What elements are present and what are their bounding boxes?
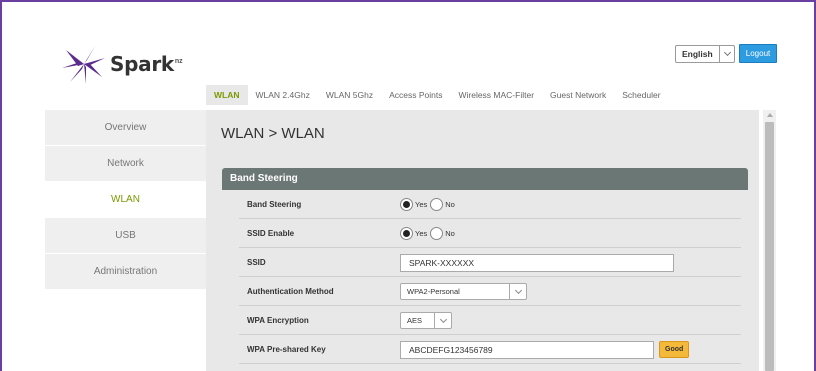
band-steering-no-label: No [445,200,455,209]
ssid-enable-label: SSID Enable [247,229,295,238]
page-title: WLAN > WLAN [221,125,325,142]
row-ssid: SSID SPARK-XXXXXX [239,248,741,277]
wpa-pre-shared-key-input[interactable]: ABCDEFG123456789 [400,340,654,359]
radio-unselected-icon [430,198,444,211]
authentication-method-value: WPA2-Personal [407,287,460,296]
brand-superscript: nz [174,57,183,65]
sidebar: Overview Network WLAN USB Administration [45,110,206,290]
wpa-encryption-value: AES [407,316,423,325]
tab-scheduler[interactable]: Scheduler [614,85,668,105]
sidebar-item-wlan[interactable]: WLAN [45,182,206,218]
sidebar-item-network[interactable]: Network [45,146,206,182]
scroll-up-arrow-icon[interactable] [767,113,773,117]
tab-wlan[interactable]: WLAN [206,85,248,105]
row-ssid-enable: SSID Enable Yes No [239,219,741,248]
radio-selected-icon [400,227,413,240]
ssid-enable-yes-radio[interactable]: Yes [400,227,430,240]
authentication-method-select[interactable]: WPA2-Personal [400,283,527,300]
ssid-enable-no-label: No [445,229,455,238]
ssid-enable-radio-group: Yes No [400,219,458,248]
language-select[interactable]: English [675,45,735,63]
chevron-down-icon [719,46,734,62]
wpa-encryption-control: AES [400,306,452,335]
wpa-pre-shared-key-control: ABCDEFG123456789 Good [400,335,690,364]
row-band-steering: Band Steering Yes No [239,190,741,219]
section-header-band-steering: Band Steering [222,168,748,190]
radio-selected-icon [400,198,413,211]
language-selected-value: English [682,49,713,59]
radio-unselected-icon [430,227,444,240]
wpa-pre-shared-key-label: WPA Pre-shared Key [247,345,326,354]
row-wpa-encryption: WPA Encryption AES [239,306,741,335]
chevron-down-icon [509,284,526,299]
wpa-encryption-label: WPA Encryption [247,316,309,325]
brand-name: Spark [110,52,174,76]
band-steering-no-radio[interactable]: No [430,198,458,211]
wpa-encryption-select[interactable]: AES [400,312,452,329]
ssid-enable-no-radio[interactable]: No [430,227,458,240]
authentication-method-control: WPA2-Personal [400,277,527,306]
band-steering-yes-label: Yes [415,200,428,209]
row-authentication-method: Authentication Method WPA2-Personal [239,277,741,306]
tab-wlan-2-4ghz[interactable]: WLAN 2.4Ghz [248,85,318,105]
main-scrollbar[interactable] [763,110,776,371]
main-panel: WLAN > WLAN Band Steering Band Steering … [206,110,759,371]
band-steering-label: Band Steering [247,200,302,209]
chevron-down-icon [434,313,451,328]
spark-star-icon [62,46,105,84]
tab-access-points[interactable]: Access Points [381,85,450,105]
tab-wlan-5ghz[interactable]: WLAN 5Ghz [318,85,381,105]
sidebar-item-administration[interactable]: Administration [45,254,206,290]
ssid-enable-yes-label: Yes [415,229,428,238]
sidebar-item-overview[interactable]: Overview [45,110,206,146]
band-steering-yes-radio[interactable]: Yes [400,198,430,211]
band-steering-radio-group: Yes No [400,190,458,219]
tab-guest-network[interactable]: Guest Network [542,85,614,105]
scrollbar-thumb[interactable] [765,122,774,371]
tab-bar: WLAN WLAN 2.4Ghz WLAN 5Ghz Access Points… [206,85,669,105]
password-strength-badge: Good [659,341,690,358]
row-wpa-pre-shared-key: WPA Pre-shared Key ABCDEFG123456789 Good [239,335,741,364]
sidebar-item-usb[interactable]: USB [45,218,206,254]
tab-wireless-mac-filter[interactable]: Wireless MAC-Filter [450,85,542,105]
ssid-label: SSID [247,258,266,267]
ssid-control: SPARK-XXXXXX [400,248,674,277]
authentication-method-label: Authentication Method [247,287,334,296]
brand-logo[interactable]: Spark nz [62,44,183,84]
settings-form: Band Steering Yes No SSID Enable Yes No … [239,190,741,364]
logout-button[interactable]: Logout [739,44,777,63]
ssid-input[interactable]: SPARK-XXXXXX [400,253,674,272]
